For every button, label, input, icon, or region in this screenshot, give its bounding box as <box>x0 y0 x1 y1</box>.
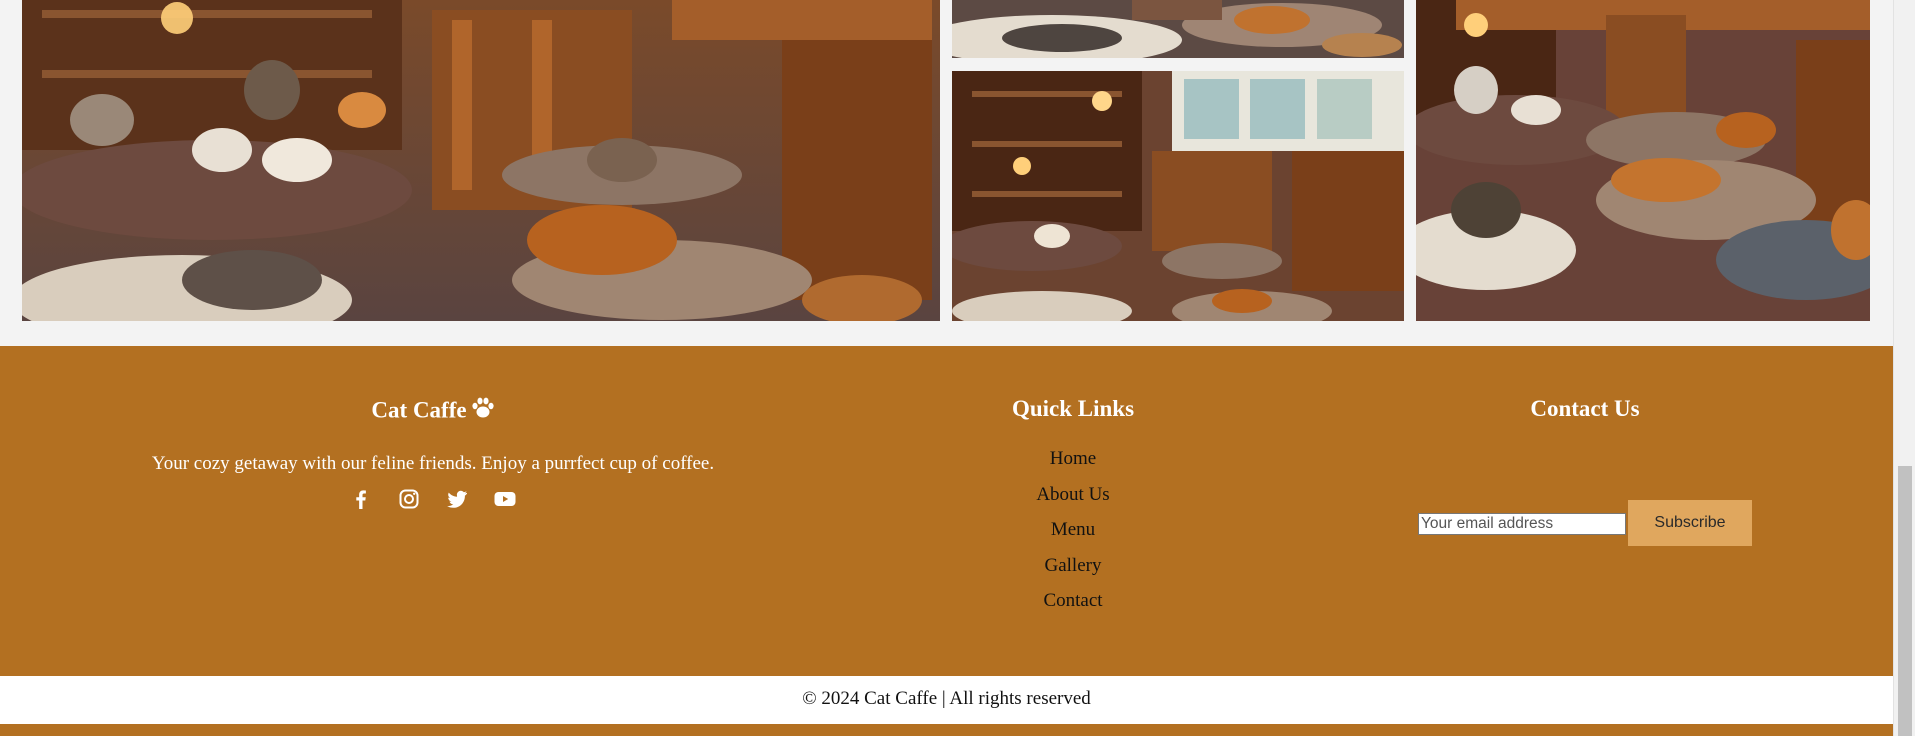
gallery-image-large-right[interactable] <box>1416 0 1870 321</box>
instagram-icon[interactable] <box>397 487 421 511</box>
quick-link-contact[interactable]: Contact <box>973 590 1173 612</box>
quick-links-list: Home About Us Menu Gallery Contact <box>973 448 1173 612</box>
quick-link-home[interactable]: Home <box>973 448 1173 470</box>
paw-icon <box>471 397 495 425</box>
quick-link-gallery[interactable]: Gallery <box>973 555 1173 577</box>
facebook-icon[interactable] <box>349 487 373 511</box>
contact-heading: Contact Us <box>1530 396 1640 421</box>
quick-link-about-us[interactable]: About Us <box>973 484 1173 506</box>
gallery-image-small-top[interactable] <box>952 0 1404 58</box>
quick-link-menu[interactable]: Menu <box>973 519 1173 541</box>
cat-cafe-photo-icon <box>952 71 1404 321</box>
footer-brand-title: Cat Caffe <box>0 396 866 425</box>
page-scrollbar[interactable] <box>1893 0 1915 736</box>
copyright-bar: © 2024 Cat Caffe | All rights reserved <box>0 676 1893 724</box>
youtube-icon[interactable] <box>493 487 517 511</box>
quick-links-heading: Quick Links <box>1011 396 1135 421</box>
brand-name: Cat Caffe <box>371 397 467 423</box>
twitter-icon[interactable] <box>445 487 469 511</box>
scrollbar-thumb[interactable] <box>1898 466 1912 736</box>
subscribe-button[interactable]: Subscribe <box>1628 500 1752 546</box>
gallery <box>0 0 1893 346</box>
site-footer: Cat Caffe Your cozy getaway with our fel… <box>0 346 1893 676</box>
footer-tagline: Your cozy getaway with our feline friend… <box>151 452 715 474</box>
footer-about-section: Cat Caffe Your cozy getaway with our fel… <box>0 396 866 511</box>
gallery-image-large-left[interactable] <box>22 0 940 321</box>
social-links <box>0 487 866 511</box>
gallery-image-small-bottom[interactable] <box>952 71 1404 321</box>
cat-cafe-photo-icon <box>22 0 940 321</box>
cat-cafe-photo-icon <box>952 0 1404 58</box>
bottom-band <box>0 724 1893 736</box>
copyright-text: © 2024 Cat Caffe | All rights reserved <box>802 688 1091 709</box>
footer-contact-section: Contact Us Subscribe <box>1360 396 1810 546</box>
footer-quick-links-section: Quick Links Home About Us Menu Gallery C… <box>973 396 1173 626</box>
cat-cafe-photo-icon <box>1416 0 1870 321</box>
email-field[interactable] <box>1418 513 1626 535</box>
